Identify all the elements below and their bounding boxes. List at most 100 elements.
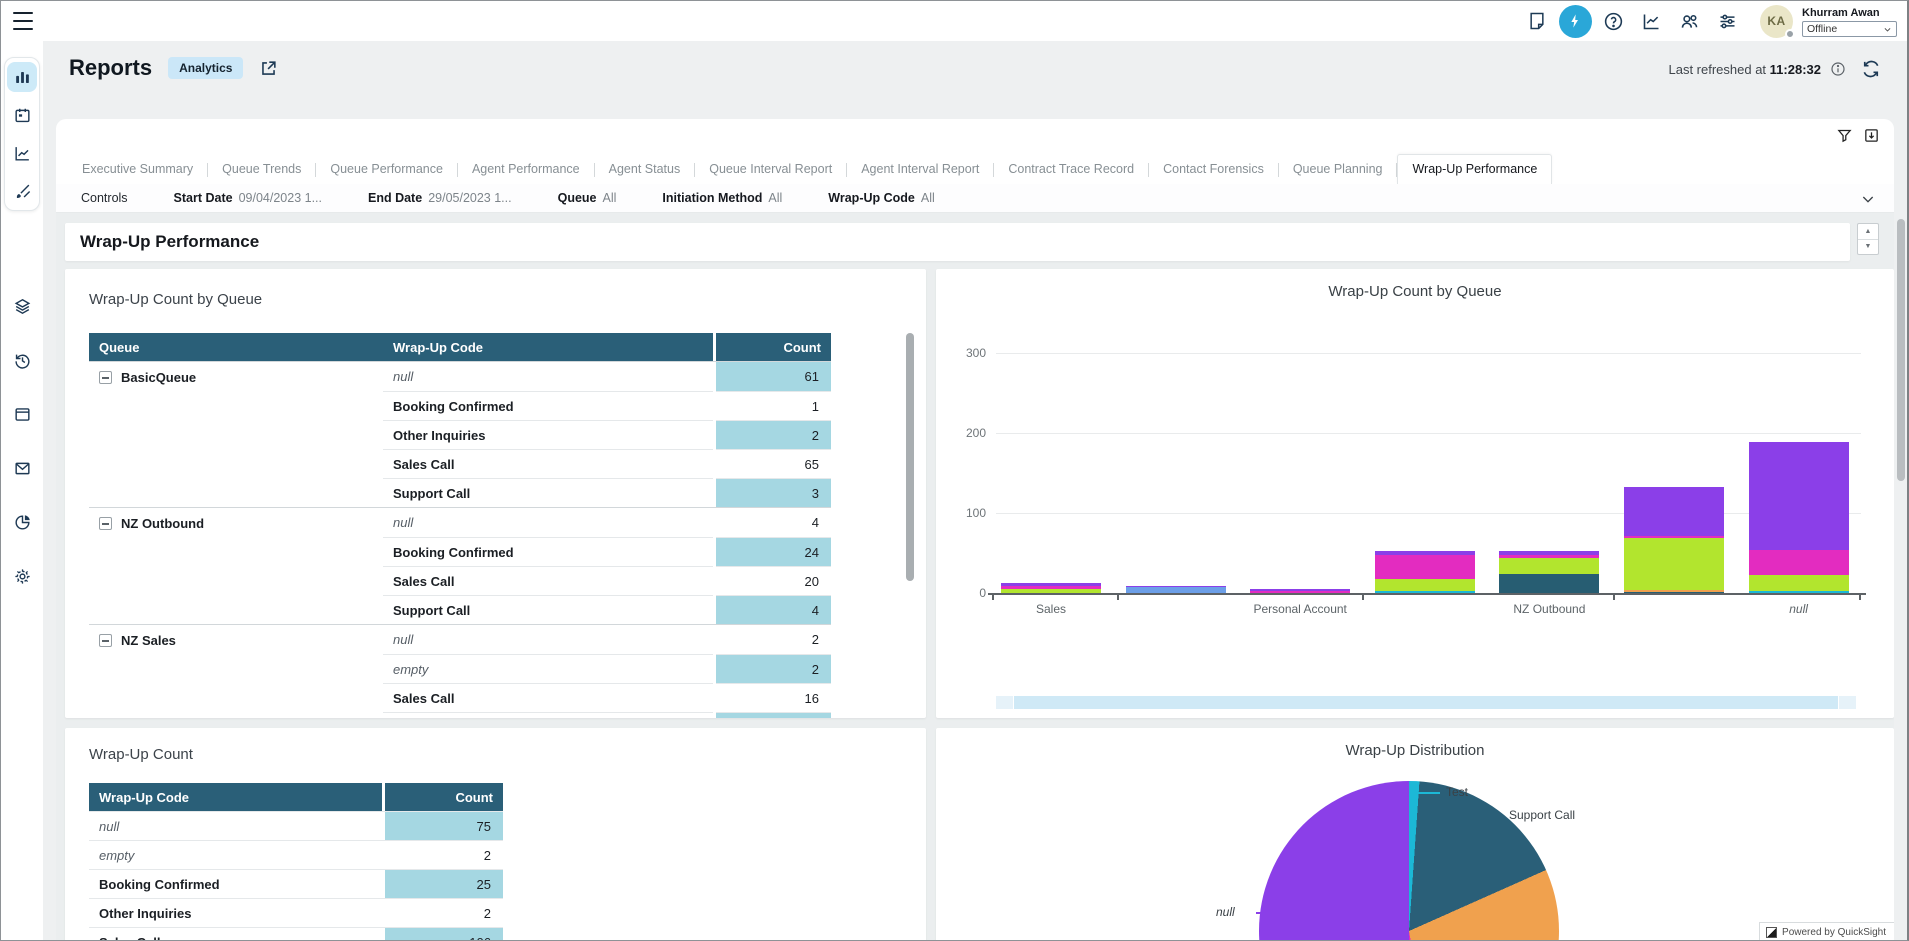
queue-table-title: Wrap-Up Count by Queue [89,291,262,308]
sidebar-item-insights[interactable] [7,507,37,537]
tab-executive-summary[interactable]: Executive Summary [68,155,207,184]
sidebar-item-workspace[interactable] [7,399,37,429]
wrapup-count-by-queue-chart-card: Wrap-Up Count by Queue 0100200300SalesPe… [936,269,1894,718]
bar-segment-support-call[interactable] [1749,550,1849,576]
sidebar-item-settings[interactable] [7,561,37,591]
sidebar-item-mail[interactable] [7,453,37,483]
metrics-chart-icon[interactable] [1632,1,1670,41]
avatar[interactable]: KA [1760,5,1793,38]
sidebar-item-schedule[interactable] [7,100,37,130]
bar-segment-support-call[interactable] [1250,591,1350,593]
gridline-200 [996,433,1861,434]
stacked-bar-3[interactable] [1250,589,1350,593]
column-header-count[interactable]: Count [385,783,503,811]
settings-sliders-icon[interactable] [1708,1,1746,41]
tab-agent-performance[interactable]: Agent Performance [458,155,594,184]
collapse-group-button[interactable] [99,371,112,384]
info-icon[interactable] [1830,61,1846,77]
wrapup-code-cell: Sales Call [89,927,382,940]
contacts-icon[interactable] [1670,1,1708,41]
tab-agent-status[interactable]: Agent Status [595,155,695,184]
hamburger-menu-icon[interactable] [13,12,33,30]
stacked-bar-5[interactable] [1499,551,1599,593]
wrapup-distribution-card: Wrap-Up Distribution Test Support Call n… [936,728,1894,940]
filter-wrap-up-code[interactable]: Wrap-Up CodeAll [828,191,934,205]
quick-actions-lightning-icon[interactable] [1556,1,1594,41]
sidebar-item-trends[interactable] [7,138,37,168]
filter-start-date[interactable]: Start Date09/04/2023 1... [174,191,322,205]
bar-segment-test[interactable] [1126,587,1226,593]
bar-segment-support-call[interactable] [1375,555,1475,579]
tab-queue-planning[interactable]: Queue Planning [1279,155,1397,184]
bar-segment-booking-confirmed[interactable] [1499,574,1599,593]
wrapup-code-cell: Other Inquiries [89,898,382,927]
bar-segment-booking-confirmed[interactable] [1624,592,1724,593]
column-header-wrapup-code[interactable]: Wrap-Up Code [89,783,382,811]
sidebar-secondary-group [4,291,40,591]
bar-segment-sales-call[interactable] [1624,538,1724,590]
window-vertical-scrollbar[interactable] [1897,121,1905,937]
sidebar-item-layers[interactable] [7,291,37,321]
tab-contact-forensics[interactable]: Contact Forensics [1149,155,1278,184]
filter-value: All [921,191,935,205]
sidebar-item-reports[interactable] [7,62,37,92]
tab-queue-interval-report[interactable]: Queue Interval Report [695,155,846,184]
stacked-bar-7[interactable] [1749,442,1849,593]
wrapup-code-cell: null [89,811,382,840]
tab-agent-interval-report[interactable]: Agent Interval Report [847,155,993,184]
bar-segment-empty[interactable] [1749,591,1849,593]
bar-segment-sales-call[interactable] [1499,558,1599,574]
bar-segment-null[interactable] [1749,442,1849,550]
filter-end-date[interactable]: End Date29/05/2023 1... [368,191,512,205]
pie-chart[interactable] [1259,781,1559,940]
queue-table-scrollbar[interactable] [906,333,914,581]
stacked-bar-6[interactable] [1624,487,1724,593]
stacked-bar-4[interactable] [1375,551,1475,593]
pie-leader-null [1256,912,1292,914]
column-header-wrapup-code[interactable]: Wrap-Up Code [383,333,713,361]
wrapup-code-cell: Booking Confirmed [383,537,713,566]
filter-initiation-method[interactable]: Initiation MethodAll [662,191,782,205]
tab-wrap-up-performance[interactable]: Wrap-Up Performance [1397,154,1552,184]
scroll-up-button[interactable]: ▲ [1858,224,1878,239]
sidebar-item-history[interactable] [7,345,37,375]
bar-chart-icon [13,68,32,87]
bar-segment-sales-call[interactable] [1749,575,1849,591]
x-axis-label-sales: Sales [971,602,1131,616]
filter-value: All [603,191,617,205]
status-select[interactable]: Offline [1802,21,1897,37]
column-header-count[interactable]: Count [716,333,831,361]
collapse-group-button[interactable] [99,634,112,647]
bar-chart-horizontal-scrollbar[interactable] [996,696,1856,709]
tab-contract-trace-record[interactable]: Contract Trace Record [994,155,1148,184]
bar-segment-sales-call[interactable] [1375,579,1475,592]
queue-name: NZ Sales [121,633,176,648]
sidebar [1,41,43,940]
window-scrollbar-thumb[interactable] [1897,219,1905,481]
sidebar-item-design[interactable] [7,176,37,206]
bar-segment-sales-call[interactable] [1001,589,1101,593]
wrapup-count-table-card: Wrap-Up Count Wrap-Up CodeCountnull75emp… [65,728,926,940]
tab-queue-trends[interactable]: Queue Trends [208,155,315,184]
tab-queue-performance[interactable]: Queue Performance [316,155,457,184]
controls-collapse-chevron-icon[interactable] [1860,191,1876,207]
column-header-queue[interactable]: Queue [89,333,383,361]
bar-segment-empty[interactable] [1375,591,1475,593]
open-external-icon[interactable] [259,59,278,78]
scroll-down-button[interactable]: ▼ [1858,239,1878,255]
stacked-bar-2[interactable] [1126,586,1226,593]
bar-segment-null[interactable] [1624,487,1724,536]
controls-label: Controls [81,191,128,205]
filter-queue[interactable]: QueueAll [558,191,617,205]
main-panel: Executive SummaryQueue TrendsQueue Perfo… [56,119,1894,940]
help-icon[interactable] [1594,1,1632,41]
filter-icon[interactable] [1836,127,1853,144]
export-icon[interactable] [1863,127,1880,144]
collapse-group-button[interactable] [99,517,112,530]
x-axis-tick-0 [992,593,994,600]
stacked-bar-1[interactable] [1001,583,1101,593]
page-title: Reports [69,55,152,81]
feedback-note-icon[interactable] [1518,1,1556,41]
refresh-icon[interactable] [1861,59,1881,79]
filter-value: All [768,191,782,205]
